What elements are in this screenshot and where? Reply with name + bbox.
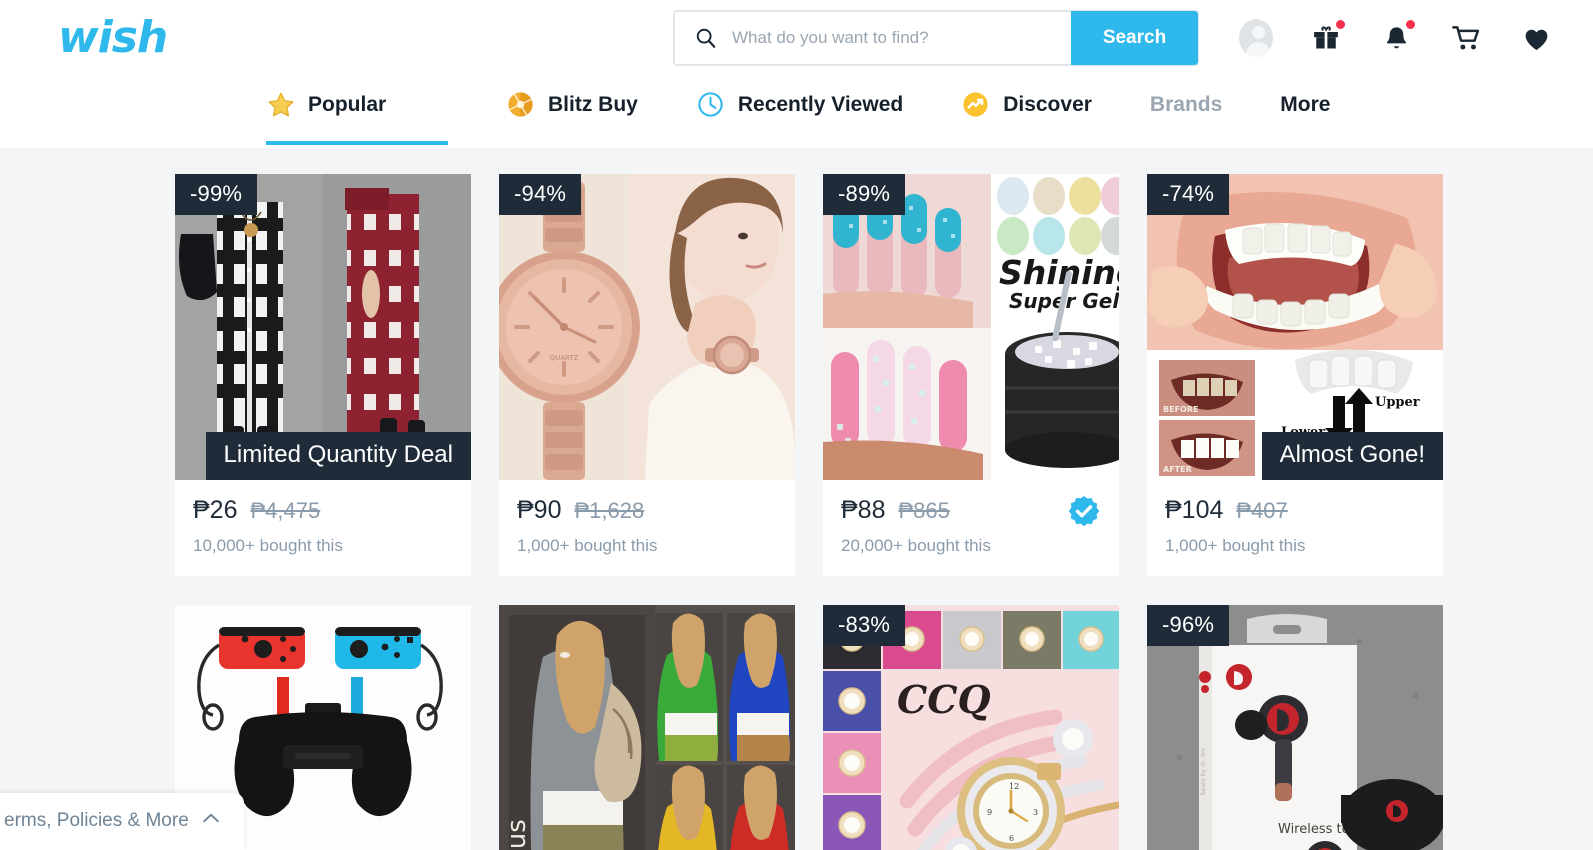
product-image[interactable]: Shining Super Gel: [823, 174, 1119, 480]
svg-text:plus: plus: [502, 819, 532, 850]
search-bar[interactable]: Search: [674, 11, 1198, 65]
svg-text:AFTER: AFTER: [1163, 465, 1192, 474]
product-card[interactable]: QUARTZ -94% ₱90 ₱1,628 1,000+ bought thi…: [499, 174, 795, 576]
product-info: ₱104 ₱407 1,000+ bought this: [1147, 480, 1443, 576]
tab-label: Popular: [308, 93, 387, 116]
product-grid: -99% Limited Quantity Deal ₱26 ₱4,475 10…: [175, 174, 1447, 850]
trending-icon: [961, 90, 991, 120]
price-row: ₱104 ₱407: [1165, 496, 1425, 525]
svg-text:QUARTZ: QUARTZ: [550, 354, 579, 362]
discount-badge: -96%: [1147, 605, 1230, 646]
svg-text:9: 9: [987, 808, 992, 817]
svg-text:Upper: Upper: [1375, 395, 1420, 410]
product-info: ₱26 ₱4,475 10,000+ bought this: [175, 480, 471, 576]
gift-icon[interactable]: [1309, 19, 1346, 55]
nail-gel-illustration: Shining Super Gel: [823, 174, 1119, 480]
tab-more[interactable]: More: [1280, 76, 1330, 134]
original-price: ₱407: [1236, 498, 1288, 523]
tab-label: Recently Viewed: [737, 93, 904, 116]
product-image[interactable]: QUARTZ -94%: [499, 174, 795, 480]
current-price: ₱26: [193, 496, 238, 524]
purchase-count: 1,000+ bought this: [1165, 536, 1306, 555]
product-card[interactable]: beats by dr. dre Wireless tour3 -96%: [1147, 605, 1443, 850]
purchase-count: 20,000+ bought this: [841, 536, 991, 555]
avatar: [1239, 19, 1273, 57]
current-price: ₱88: [841, 496, 886, 524]
svg-text:BEFORE: BEFORE: [1163, 405, 1198, 414]
wishlist-heart-icon[interactable]: [1519, 21, 1553, 55]
product-image[interactable]: -99% Limited Quantity Deal: [175, 174, 471, 480]
price-row: ₱90 ₱1,628: [517, 496, 777, 525]
search-button[interactable]: Search: [1071, 11, 1198, 65]
search-box[interactable]: [674, 11, 1071, 65]
tab-label: Discover: [1003, 93, 1092, 116]
verified-badge-icon: [1067, 494, 1101, 528]
tab-label: Blitz Buy: [548, 93, 638, 116]
original-price: ₱1,628: [574, 498, 645, 523]
product-card[interactable]: plus: [499, 605, 795, 850]
svg-text:12: 12: [1009, 782, 1019, 791]
site-header: wish Search: [0, 0, 1593, 76]
terms-policies-footer[interactable]: erms, Policies & More: [0, 793, 244, 850]
chevron-up-icon: [200, 807, 222, 834]
header-icon-group: [1239, 0, 1553, 76]
search-input[interactable]: [732, 28, 1052, 48]
current-price: ₱90: [517, 496, 562, 524]
purchase-count: 1,000+ bought this: [517, 536, 658, 555]
purchase-count: 10,000+ bought this: [193, 536, 343, 555]
product-image[interactable]: CCQ 12 3 6 9 -83%: [823, 605, 1119, 850]
bell-notification-badge: [1405, 19, 1416, 30]
tab-discover[interactable]: Discover: [961, 76, 1092, 134]
notification-bell-icon[interactable]: [1379, 19, 1416, 55]
discount-badge: -74%: [1147, 174, 1230, 215]
tab-blitz-buy[interactable]: Blitz Buy: [506, 76, 638, 134]
gift-notification-badge: [1335, 19, 1346, 30]
svg-text:3: 3: [1033, 808, 1038, 817]
promo-banner: Almost Gone!: [1261, 432, 1443, 480]
current-price: ₱104: [1165, 496, 1224, 524]
promo-banner: Limited Quantity Deal: [205, 432, 471, 480]
price-row: ₱26 ₱4,475: [193, 496, 453, 525]
original-price: ₱865: [898, 498, 950, 523]
product-info: ₱90 ₱1,628 1,000+ bought this: [499, 480, 795, 576]
clock-icon: [696, 90, 726, 120]
discount-badge: -99%: [175, 174, 258, 215]
maxi-dress-illustration: plus: [499, 605, 795, 850]
product-card[interactable]: CCQ 12 3 6 9 -83%: [823, 605, 1119, 850]
product-card[interactable]: Shining Super Gel: [823, 174, 1119, 576]
price-row: ₱88 ₱865: [841, 496, 1101, 525]
account-avatar-icon[interactable]: [1239, 19, 1273, 57]
terms-policies-label: erms, Policies & More: [4, 809, 189, 831]
product-image[interactable]: BEFORE AFTER Upper Lower -74: [1147, 174, 1443, 480]
star-icon: [266, 90, 296, 120]
discount-badge: -83%: [823, 605, 906, 646]
tab-label: More: [1280, 93, 1331, 116]
discount-badge: -94%: [499, 174, 582, 215]
product-card[interactable]: BEFORE AFTER Upper Lower -74: [1147, 174, 1443, 576]
tab-popular[interactable]: Popular: [266, 76, 448, 145]
rose-gold-watch-illustration: QUARTZ: [499, 174, 795, 480]
blitz-coin-icon: [506, 90, 536, 120]
discount-badge: -89%: [823, 174, 906, 215]
shopping-cart-icon[interactable]: [1449, 21, 1483, 55]
product-feed: -99% Limited Quantity Deal ₱26 ₱4,475 10…: [0, 148, 1593, 850]
product-image[interactable]: beats by dr. dre Wireless tour3 -96%: [1147, 605, 1443, 850]
svg-text:6: 6: [1009, 834, 1014, 843]
logo-container[interactable]: wish: [0, 16, 268, 60]
svg-text:Shining: Shining: [999, 253, 1119, 292]
tab-brands[interactable]: Brands: [1150, 76, 1222, 134]
svg-text:CCQ: CCQ: [897, 677, 991, 722]
wish-logo[interactable]: wish: [58, 16, 168, 60]
category-nav: Popular Blitz Buy Recently Viewed Discov…: [0, 76, 1593, 148]
tab-label: Brands: [1149, 93, 1223, 116]
svg-text:beats by dr. dre: beats by dr. dre: [1200, 747, 1207, 795]
search-icon: [695, 27, 717, 49]
product-image[interactable]: plus: [499, 605, 795, 850]
original-price: ₱4,475: [250, 498, 321, 523]
product-card[interactable]: -99% Limited Quantity Deal ₱26 ₱4,475 10…: [175, 174, 471, 576]
product-info: ₱88 ₱865 20,000+ bought this: [823, 480, 1119, 576]
tab-recently-viewed[interactable]: Recently Viewed: [696, 76, 903, 134]
